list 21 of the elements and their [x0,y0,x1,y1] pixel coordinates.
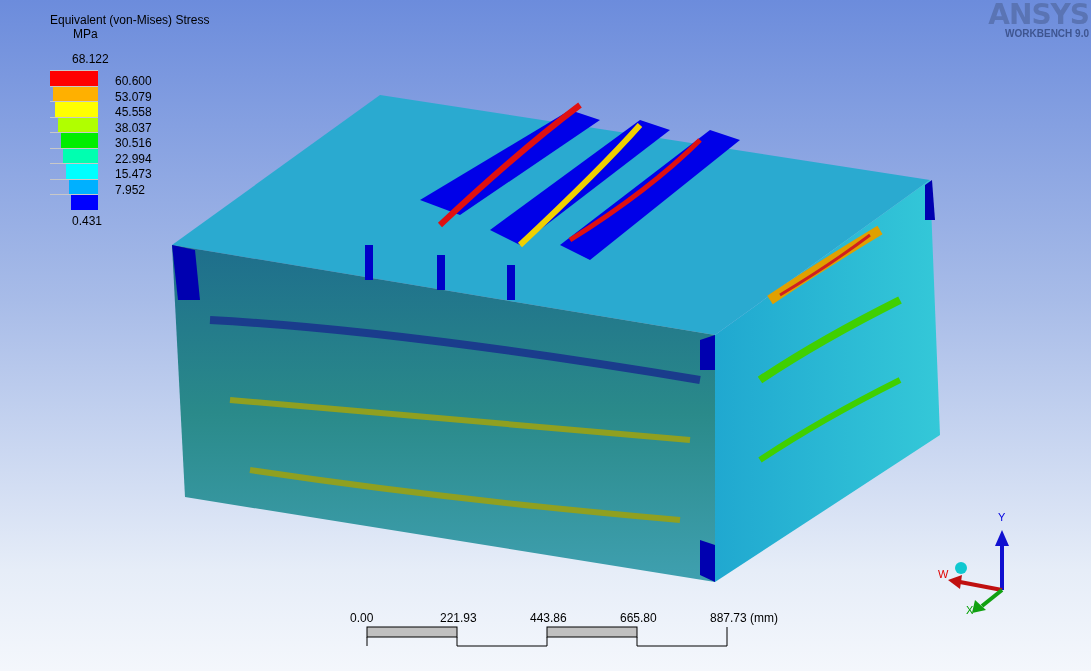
unit-label: MPa [73,27,99,41]
product-version: WORKBENCH 9.0 [1004,28,1089,39]
axis-label: Y [998,511,1006,523]
legend-value: 22.994 [115,152,152,166]
axis-label: X [966,604,974,616]
legend-value: 15.473 [115,168,152,181]
axis-label: W [938,568,949,580]
scale-value: 887.73 (mm) [710,611,779,625]
legend-value: 30.516 [115,137,152,150]
scale-value: 443.86 [530,611,567,625]
legend-value: 45.558 [115,106,152,119]
legend-value: 7.952 [115,183,146,197]
legend-value: 38.037 [115,121,152,135]
legend-value: 53.079 [115,90,152,104]
scale-value: 221.93 [440,611,477,625]
min-value: 0.431 [72,213,104,228]
max-value: 68.122 [72,52,110,66]
legend-title: Equivalent (von-Mises) Stress [50,13,210,27]
scale-value: 665.80 [620,611,657,625]
legend-value: 60.600 [115,75,152,88]
scale-value: 0.00 [350,611,374,625]
